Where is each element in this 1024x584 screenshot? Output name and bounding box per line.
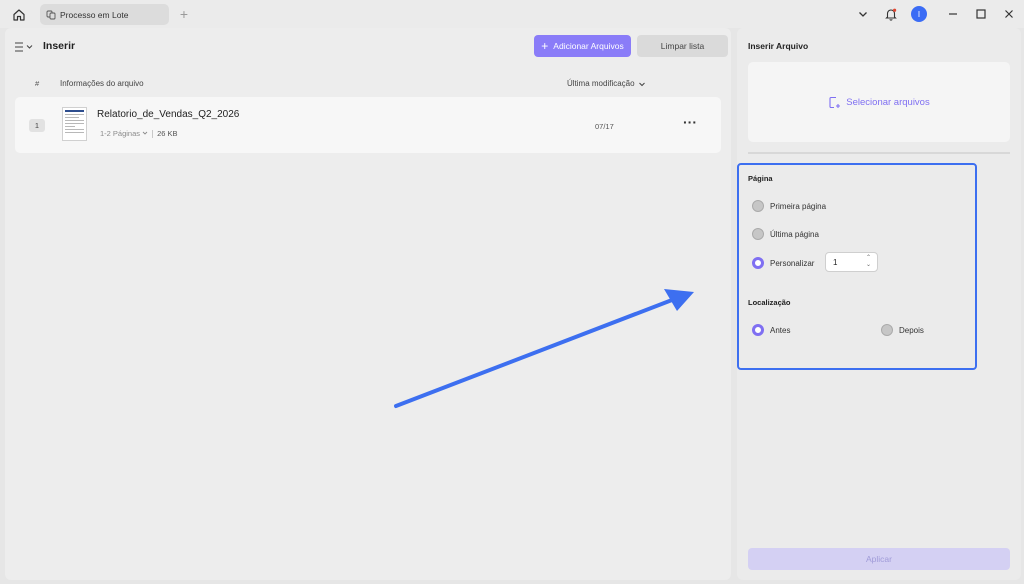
divider (748, 152, 1010, 154)
custom-page-stepper[interactable]: 1 ⌃ ⌄ (825, 252, 878, 272)
radio-button (752, 228, 764, 240)
home-icon[interactable] (10, 6, 28, 24)
radio-button-checked (752, 324, 764, 336)
tab-label: Processo em Lote (60, 9, 129, 20)
add-file-icon (829, 96, 841, 108)
radio-after[interactable]: Depois (881, 324, 924, 336)
close-icon[interactable] (1001, 6, 1017, 22)
chevron-down-icon[interactable] (855, 6, 871, 22)
radio-last-page[interactable]: Última página (752, 228, 819, 240)
radio-first-page[interactable]: Primeira página (752, 200, 826, 212)
batch-icon (46, 10, 56, 20)
radio-custom-page[interactable]: Personalizar (752, 257, 814, 269)
page-range-dropdown[interactable]: 1-2 Páginas (100, 129, 148, 138)
file-meta: 1-2 Páginas 26 KB (100, 129, 178, 138)
maximize-icon[interactable] (973, 6, 989, 22)
menu-icon (15, 42, 33, 52)
stepper-arrows-icon[interactable]: ⌃ ⌄ (866, 255, 871, 269)
panel-title: Inserir Arquivo (748, 41, 809, 51)
menu-toggle[interactable] (14, 39, 36, 55)
file-list-panel: Inserir + Adicionar Arquivos Limpar list… (5, 28, 731, 580)
page-title: Inserir (43, 40, 76, 52)
add-files-button[interactable]: + Adicionar Arquivos (534, 35, 631, 57)
page-section-label: Página (748, 174, 773, 183)
notification-bell-icon[interactable] (883, 6, 899, 22)
avatar[interactable]: I (911, 6, 927, 22)
sort-chevron-icon (638, 82, 645, 86)
apply-button[interactable]: Aplicar (748, 548, 1010, 570)
select-files-dropzone[interactable]: Selecionar arquivos (748, 62, 1010, 142)
column-header-number: # (35, 79, 40, 88)
radio-button (881, 324, 893, 336)
tab-batch-process[interactable]: Processo em Lote (40, 4, 169, 25)
title-bar: Processo em Lote + I (0, 0, 1024, 28)
file-name: Relatorio_de_Vendas_Q2_2026 (97, 109, 240, 120)
file-modified-date: 07/17 (595, 122, 614, 131)
table-row[interactable]: 1 Relatorio_de_Vendas_Q2_2026 1-2 Página… (15, 97, 721, 153)
radio-button (752, 200, 764, 212)
minimize-icon[interactable] (945, 6, 961, 22)
plus-icon: + (541, 39, 549, 53)
file-size: 26 KB (157, 129, 178, 138)
chevron-down-icon (142, 131, 148, 135)
row-index: 1 (29, 119, 45, 132)
divider (152, 129, 154, 138)
new-tab-button[interactable]: + (177, 6, 191, 22)
more-options-icon[interactable]: ··· (683, 114, 697, 130)
radio-button-checked (752, 257, 764, 269)
clear-list-button[interactable]: Limpar lista (637, 35, 728, 57)
column-header-info: Informações do arquivo (60, 79, 144, 88)
location-section-label: Localização (748, 298, 791, 307)
file-thumbnail (62, 107, 87, 141)
radio-before[interactable]: Antes (752, 324, 790, 336)
column-header-modified[interactable]: Última modificação (567, 79, 646, 88)
